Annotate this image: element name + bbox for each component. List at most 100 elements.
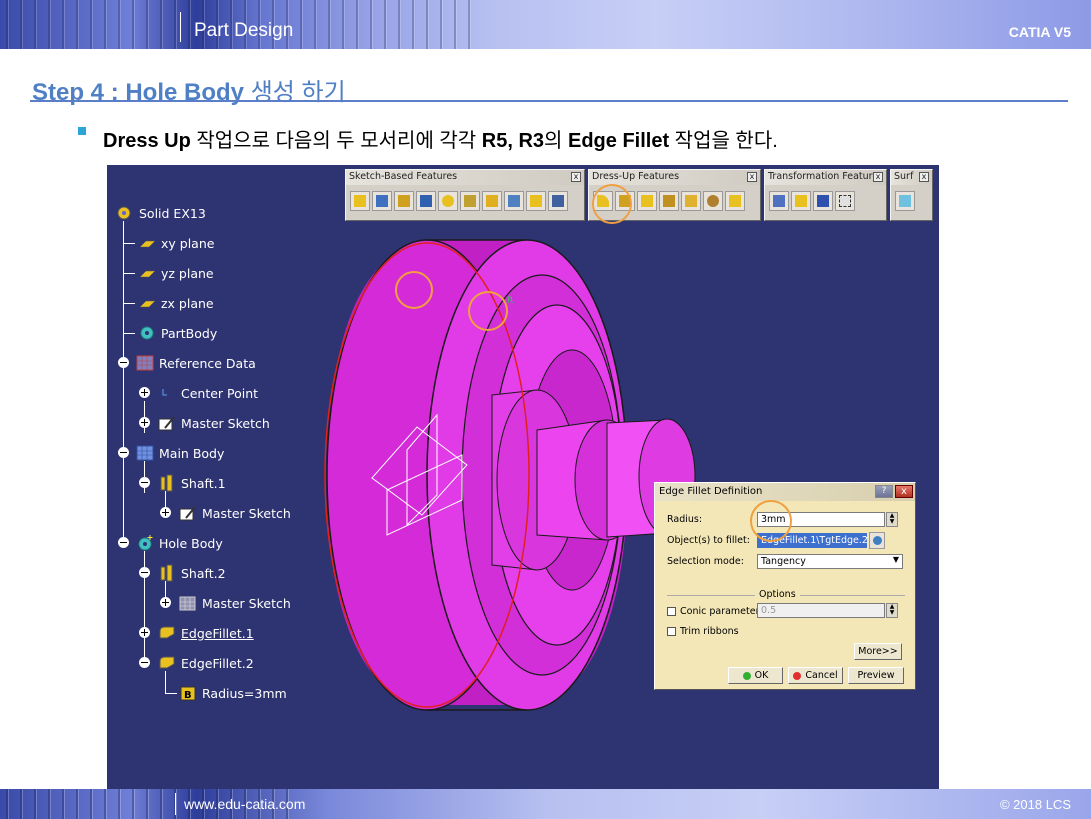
tree-item-edgefillet-2[interactable]: EdgeFillet.2 [157, 653, 254, 673]
footer-bar: www.edu-catia.com © 2018 LCS [0, 789, 1091, 819]
expand-icon[interactable] [139, 627, 150, 638]
tree-item-master-sketch-2[interactable]: Master Sketch [178, 503, 291, 523]
sketch-icon [157, 414, 177, 432]
collapse-icon[interactable] [139, 477, 150, 488]
remove-face-icon[interactable] [725, 191, 745, 211]
toolbar-sketch-based-features: Sketch-Based Features x [345, 169, 585, 221]
conic-parameter-input[interactable]: 0.5 [757, 603, 885, 618]
shaft-tool-icon[interactable] [394, 191, 414, 211]
selection-mode-select[interactable]: Tangency ▼ [757, 554, 903, 569]
header-bar: Part Design CATIA V5 [0, 0, 1091, 49]
tree-item-xy-plane[interactable]: xy plane [137, 233, 214, 253]
body-grid-icon [135, 354, 155, 372]
fillet-icon [157, 624, 177, 642]
expand-icon[interactable] [139, 387, 150, 398]
translation-icon[interactable] [769, 191, 789, 211]
highlight-edge-fillet-tool [592, 184, 632, 224]
shaft-icon [157, 564, 177, 582]
body-gear-icon [135, 534, 155, 552]
conic-parameter-checkbox[interactable]: Conic parameter: [667, 606, 763, 617]
part-gear-icon [115, 204, 135, 222]
tree-item-master-sketch[interactable]: Master Sketch [157, 413, 270, 433]
groove-icon[interactable] [416, 191, 436, 211]
tree-item-edgefillet-1[interactable]: EdgeFillet.1 [157, 623, 254, 643]
tree-item-root[interactable]: Solid EX13 [115, 203, 206, 223]
radius-label: Radius: [667, 514, 703, 525]
bullet-icon [78, 127, 86, 135]
more-button[interactable]: More>> [854, 643, 902, 660]
hole-icon[interactable] [438, 191, 458, 211]
close-icon[interactable]: x [873, 172, 883, 182]
instruction-text: Dress Up 작업으로 다음의 두 모서리에 각각 R5, R3의 Edge… [103, 130, 778, 152]
selection-mode-label: Selection mode: [667, 556, 744, 567]
parameter-icon: B [178, 684, 198, 702]
dialog-titlebar[interactable]: Edge Fillet Definition ? x [655, 483, 915, 501]
rib-icon[interactable] [460, 191, 480, 211]
shaft-icon [157, 474, 177, 492]
sketch-icon [178, 504, 198, 522]
collapse-icon[interactable] [118, 447, 129, 458]
shell-icon[interactable] [659, 191, 679, 211]
catia-viewport[interactable]: R Solid EX13 xy plane yz plane zx plane … [107, 165, 939, 789]
close-icon[interactable]: x [571, 172, 581, 182]
mirror-icon[interactable] [791, 191, 811, 211]
collapse-icon[interactable] [118, 357, 129, 368]
title-divider [30, 100, 1068, 102]
pattern-icon[interactable] [813, 191, 833, 211]
body-gear-icon [137, 324, 157, 342]
preview-button[interactable]: Preview [848, 667, 904, 684]
collapse-icon[interactable] [139, 657, 150, 668]
tree-item-master-sketch-3[interactable]: Master Sketch [178, 593, 291, 613]
trim-ribbons-checkbox[interactable]: Trim ribbons [667, 626, 739, 637]
collapse-icon[interactable] [139, 567, 150, 578]
edit-list-icon[interactable] [869, 532, 885, 549]
pad-icon[interactable] [350, 191, 370, 211]
expand-icon[interactable] [160, 597, 171, 608]
tree-item-main-body[interactable]: Main Body [135, 443, 224, 463]
cancel-button[interactable]: Cancel [788, 667, 843, 684]
highlight-radius-field [750, 500, 792, 542]
surface-icon[interactable] [895, 191, 915, 211]
close-icon[interactable]: x [747, 172, 757, 182]
chevron-down-icon: ▼ [892, 555, 899, 564]
ok-icon [742, 671, 751, 680]
close-icon[interactable]: x [919, 172, 929, 182]
tree-item-shaft-2[interactable]: Shaft.2 [157, 563, 226, 583]
ok-button[interactable]: OK [728, 667, 783, 684]
radius-spinner[interactable]: ▲ ▼ [886, 512, 898, 527]
expand-icon[interactable] [139, 417, 150, 428]
scaling-icon[interactable] [835, 191, 855, 211]
header-brand: CATIA V5 [1008, 24, 1071, 40]
tree-item-yz-plane[interactable]: yz plane [137, 263, 214, 283]
remove-loft-icon[interactable] [548, 191, 568, 211]
tree-item-reference-data[interactable]: Reference Data [135, 353, 256, 373]
highlight-edge-r5 [395, 271, 433, 309]
svg-text:B: B [184, 690, 192, 701]
expand-icon[interactable] [160, 507, 171, 518]
tree-item-partbody[interactable]: PartBody [137, 323, 217, 343]
thread-icon[interactable] [703, 191, 723, 211]
plane-icon [137, 264, 157, 282]
tree-item-shaft-1[interactable]: Shaft.1 [157, 473, 226, 493]
dialog-close-button[interactable]: x [895, 485, 913, 498]
stiffener-icon[interactable] [504, 191, 524, 211]
pocket-icon[interactable] [372, 191, 392, 211]
tree-item-zx-plane[interactable]: zx plane [137, 293, 214, 313]
footer-url[interactable]: www.edu-catia.com [184, 796, 305, 812]
tree-item-center-point[interactable]: Center Point [157, 383, 258, 403]
body-grid-icon [135, 444, 155, 462]
plane-icon [137, 234, 157, 252]
tree-item-hole-body[interactable]: Hole Body [135, 533, 223, 553]
thickness-icon[interactable] [681, 191, 701, 211]
loft-icon[interactable] [526, 191, 546, 211]
point-icon [157, 384, 177, 402]
slot-icon[interactable] [482, 191, 502, 211]
cancel-icon [793, 671, 802, 680]
collapse-icon[interactable] [118, 537, 129, 548]
header-title: Part Design [194, 20, 294, 41]
help-button[interactable]: ? [875, 485, 893, 498]
conic-spinner[interactable]: ▲ ▼ [886, 603, 898, 618]
objects-label: Object(s) to fillet: [667, 535, 750, 546]
tree-item-radius[interactable]: B Radius=3mm [178, 683, 287, 703]
draft-icon[interactable] [637, 191, 657, 211]
